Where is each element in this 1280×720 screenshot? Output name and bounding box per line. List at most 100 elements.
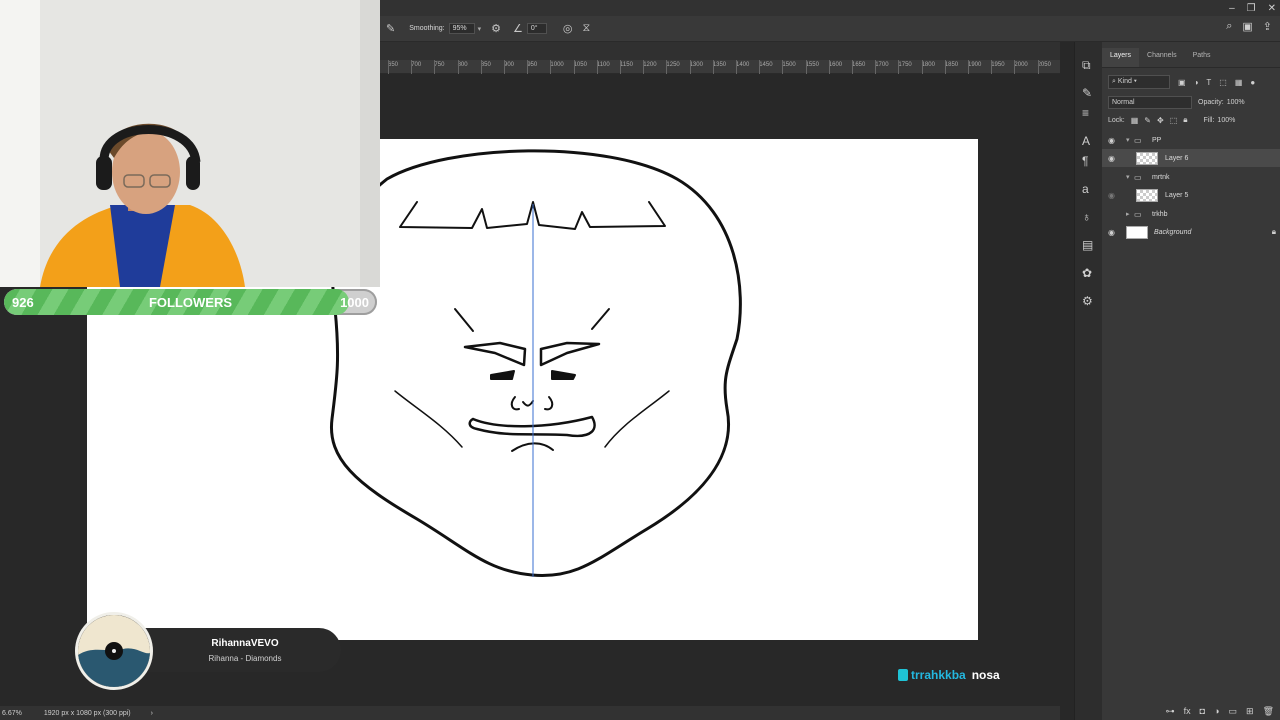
chevron-right-icon[interactable]: ▸ (1126, 210, 1130, 218)
layer-row[interactable]: ▸ ▭ trkhb (1102, 205, 1280, 223)
ruler-tick-label: 1300 (689, 60, 703, 74)
blend-mode-value: Normal (1112, 98, 1135, 106)
layer-name: Layer 5 (1165, 191, 1189, 199)
filter-smart-icon[interactable]: ▦ (1235, 78, 1243, 87)
watermark-tag: nosa (971, 668, 1000, 682)
trash-icon[interactable]: 🗑︎ (1263, 706, 1274, 717)
paragraph-icon[interactable]: ¶ (1082, 154, 1088, 168)
tab-layers[interactable]: Layers (1102, 48, 1140, 67)
layer-thumbnail (1136, 151, 1158, 165)
eye-icon[interactable]: ◉ (1108, 154, 1115, 163)
layer-name: PP (1152, 136, 1162, 144)
status-bar: 6.67% 1920 px x 1080 px (300 ppi) › (0, 706, 1060, 720)
layer-row[interactable]: ▾ ▭ mrtnk (1102, 168, 1280, 186)
new-layer-icon[interactable]: ⊞ (1246, 706, 1254, 717)
lock-artboard-icon[interactable]: ⬚ (1170, 116, 1178, 125)
watermark-username: trrahkkba (911, 668, 966, 682)
right-brow-slash (591, 308, 610, 330)
eye-icon[interactable]: ◉ (1108, 228, 1115, 237)
tab-channels[interactable]: Channels (1139, 48, 1185, 67)
ruler-tick-label: 1250 (666, 60, 680, 74)
eye-icon[interactable]: ◉ (1108, 136, 1115, 145)
filter-pixel-icon[interactable]: ▣ (1178, 78, 1186, 87)
document-info: 1920 px x 1080 px (300 ppi) (43, 709, 131, 717)
blend-mode-select[interactable]: Normal (1108, 95, 1192, 109)
angle-value-field[interactable]: 0° (526, 23, 547, 34)
history-icon[interactable]: ⧉ (1082, 58, 1091, 73)
options-right-icons: ⌕ ▣ ⇪ (1226, 20, 1272, 33)
nose (510, 396, 554, 411)
smoothing-value-field[interactable]: 95% (448, 23, 475, 34)
mask-icon[interactable]: ◘ (1200, 706, 1205, 716)
ruler-tick-label: 1550 (805, 60, 819, 74)
chevron-down-icon[interactable]: ▾ (1126, 136, 1130, 144)
options-bar: ✎ Smoothing: 95% ▾ ⚙ ∠ 0° ◎ ⧖ ⌕ ▣ ⇪ (380, 16, 1280, 42)
character-icon[interactable]: A (1082, 134, 1090, 148)
left-cheek-line (394, 390, 463, 448)
ruler-tick-label: 1800 (921, 60, 935, 74)
album-art (78, 615, 150, 687)
left-eyebrow (463, 341, 527, 367)
tab-paths[interactable]: Paths (1185, 48, 1219, 67)
workspace-icon[interactable]: ▣ (1242, 20, 1252, 33)
ruler-tick-label: 1350 (712, 60, 727, 74)
ruler-tick-label: 1400 (736, 60, 750, 74)
lock-all-icon[interactable]: 🔒︎ (1183, 115, 1187, 125)
layer-row[interactable]: ◉ Layer 6 (1102, 149, 1280, 167)
webcam-feed (0, 0, 380, 287)
music-track-title: Rihanna - Diamonds (208, 654, 282, 663)
search-icon[interactable]: ⌕ (1226, 20, 1232, 33)
panel-tabs: Layers Channels Paths (1102, 48, 1280, 68)
smoothing-label: Smoothing: (409, 25, 445, 32)
zoom-level[interactable]: 6.67% (2, 710, 22, 717)
new-group-icon[interactable]: ▭ (1229, 706, 1238, 717)
properties-icon[interactable]: ⚙ (1082, 294, 1093, 308)
filter-toggle-icon[interactable]: ● (1250, 78, 1255, 87)
minimize-icon[interactable]: – (1229, 3, 1235, 14)
now-playing-widget: RihannaVEVO Rihanna - Diamonds (75, 612, 343, 690)
libraries-icon[interactable]: ▤ (1082, 238, 1093, 252)
lock-transparent-icon[interactable]: ▦ (1131, 116, 1139, 125)
adjustment-layer-icon[interactable]: ◑ (1214, 706, 1219, 716)
link-icon[interactable]: ⊶ (1166, 706, 1175, 717)
fill-value[interactable]: 100% (1217, 117, 1235, 124)
photoshop-stream-screen: – ❐ ✕ ✎ Smoothing: 95% ▾ ⚙ ∠ 0° ◎ ⧖ ⌕ ▣ … (0, 0, 1280, 720)
kind-filter-select[interactable]: ⌕ Kind ▾ (1108, 75, 1170, 89)
glyphs-icon[interactable]: a (1082, 182, 1089, 196)
layer-row[interactable]: ◉ Background 🔒︎ (1102, 223, 1280, 241)
brush-tool-icon[interactable]: ✎ (386, 22, 395, 35)
adjustments-icon[interactable]: ≡ (1082, 106, 1089, 120)
fill-label: Fill: (1203, 116, 1215, 124)
panel-icon-strip: ⧉ ✎ ≡ A ¶ a ♁ ▤ ✿ ⚙ (1074, 42, 1102, 720)
layer-row[interactable]: ◉ Layer 5 (1102, 186, 1280, 204)
restore-icon[interactable]: ❐ (1247, 3, 1256, 14)
chevron-down-icon[interactable]: ▾ (478, 25, 482, 33)
symmetry-icon[interactable]: ⧖ (583, 22, 591, 35)
fx-icon[interactable]: fx (1184, 706, 1191, 716)
brush-settings-icon[interactable]: ✎ (1082, 86, 1092, 100)
left-eye (490, 370, 515, 380)
gear-icon[interactable]: ⚙ (491, 22, 501, 35)
close-icon[interactable]: ✕ (1268, 3, 1276, 14)
eye-icon[interactable]: ◉ (1108, 191, 1115, 200)
filter-adjustment-icon[interactable]: ◑ (1194, 78, 1199, 87)
ruler-tick-label: 1200 (643, 60, 657, 74)
ruler-tick-label: 900 (504, 60, 515, 74)
right-cheek-line (604, 390, 670, 448)
color-wheel-icon[interactable]: ✿ (1082, 266, 1092, 280)
right-eyebrow (539, 341, 601, 367)
light-bulb-icon[interactable]: ♁ (1082, 210, 1091, 224)
layer-name: Background (1154, 228, 1192, 236)
pressure-icon[interactable]: ◎ (563, 22, 573, 35)
lock-position-icon[interactable]: ✥ (1157, 116, 1164, 125)
now-playing-pill (123, 628, 341, 672)
filter-type-icon[interactable]: T (1206, 78, 1211, 87)
filter-shape-icon[interactable]: ⬚ (1219, 78, 1227, 87)
ruler-tick-label: 1000 (550, 60, 564, 74)
chevron-down-icon[interactable]: ▾ (1126, 173, 1130, 181)
share-icon[interactable]: ⇪ (1263, 20, 1272, 33)
layer-row[interactable]: ◉ ▾ ▭ PP (1102, 131, 1280, 149)
opacity-value[interactable]: 100% (1227, 99, 1245, 106)
lock-pixels-icon[interactable]: ✎ (1144, 116, 1151, 125)
status-expand-arrow[interactable]: › (151, 710, 153, 717)
